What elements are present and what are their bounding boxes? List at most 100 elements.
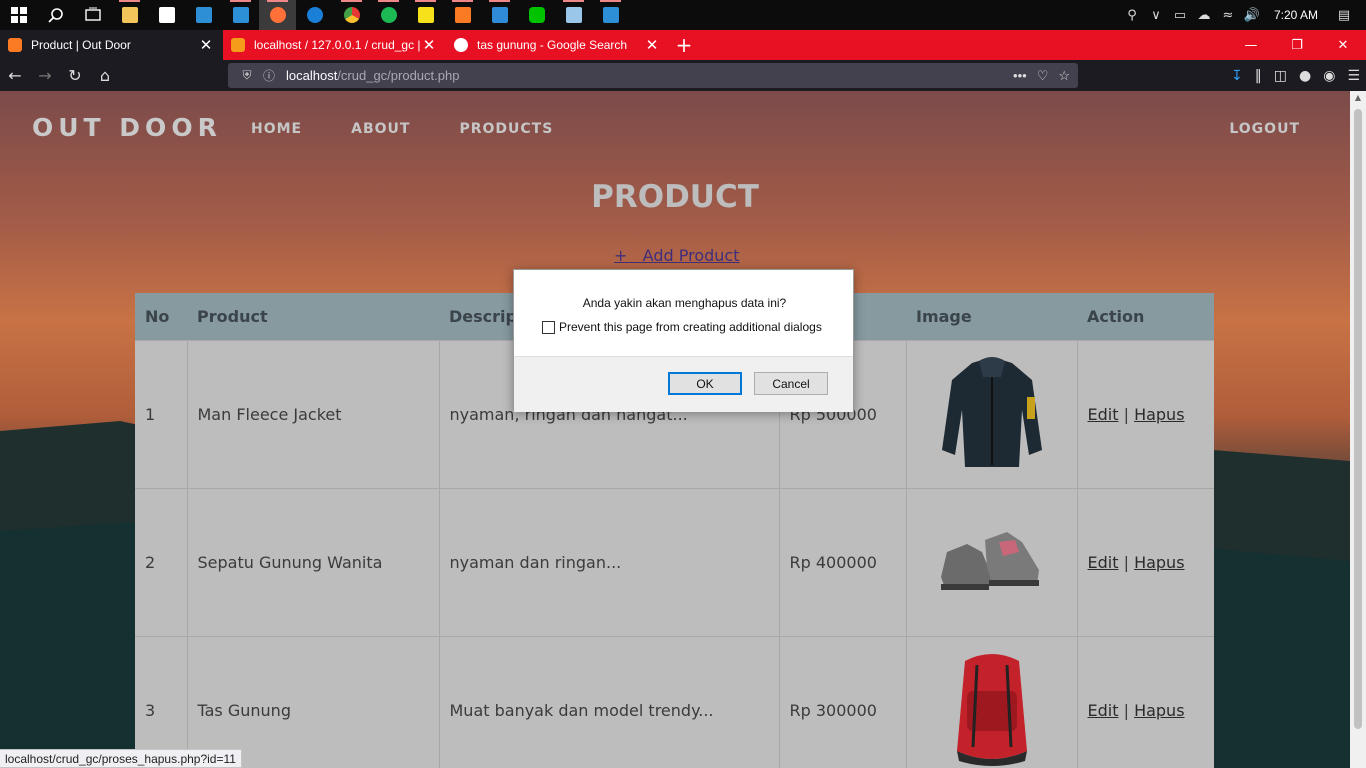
account-icon[interactable]: ● — [1299, 68, 1311, 84]
ok-button[interactable]: OK — [668, 372, 742, 395]
notepad-icon[interactable] — [555, 0, 592, 30]
new-tab-button[interactable]: + — [669, 30, 699, 60]
start-icon[interactable] — [0, 0, 37, 30]
scroll-up-icon[interactable]: ▲ — [1350, 93, 1366, 102]
header-product: Product — [187, 293, 439, 340]
header-action: Action — [1077, 293, 1214, 340]
shield-icon[interactable]: ⛨ — [236, 68, 258, 83]
url-host: localhost — [286, 68, 338, 83]
cell-no: 2 — [135, 487, 187, 636]
clock[interactable]: 7:20 AM — [1264, 8, 1332, 22]
checkbox-box[interactable] — [542, 320, 555, 334]
page-title: PRODUCT — [591, 179, 759, 215]
sticky-notes-icon[interactable] — [407, 0, 444, 30]
close-tab-icon[interactable]: ✕ — [420, 36, 438, 54]
logout-link[interactable]: LOGOUT — [1229, 121, 1300, 137]
dialog-footer: OK Cancel — [514, 356, 853, 412]
xampp-icon[interactable] — [444, 0, 481, 30]
prevent-dialogs-checkbox[interactable]: Prevent this page from creating addition… — [542, 320, 822, 334]
cell-price: Rp 400000 — [778, 487, 906, 636]
info-icon[interactable]: ⓘ — [258, 67, 280, 84]
tab-product[interactable]: Product | Out Door ✕ — [0, 30, 223, 60]
cancel-button[interactable]: Cancel — [754, 372, 828, 395]
cell-product: Man Fleece Jacket — [186, 339, 439, 488]
spotify-icon[interactable] — [370, 0, 407, 30]
tab-phpmyadmin[interactable]: localhost / 127.0.0.1 / crud_gc | ✕ — [223, 30, 446, 60]
header-image: Image — [906, 293, 1077, 340]
onedrive-icon[interactable]: ☁ — [1192, 8, 1216, 23]
add-product-link[interactable]: + Add Product — [614, 246, 739, 265]
nav-products[interactable]: PRODUCTS — [459, 121, 553, 137]
vscode-icon[interactable] — [481, 0, 518, 30]
toolbar-right: ↧ ‖ ◫ ● ◉ ☰ — [1231, 60, 1360, 91]
nav-home[interactable]: HOME — [251, 121, 302, 137]
wifi-icon[interactable]: ≈ — [1216, 8, 1240, 23]
file-explorer-icon[interactable] — [111, 0, 148, 30]
app-l-icon[interactable] — [185, 0, 222, 30]
firefox-icon[interactable] — [259, 0, 296, 30]
scrollbar-thumb[interactable] — [1354, 109, 1362, 729]
sidebar-icon[interactable]: ◫ — [1274, 68, 1287, 84]
edit-link[interactable]: Edit — [1088, 405, 1119, 424]
xampp-favicon-icon — [8, 38, 22, 52]
restore-icon[interactable]: ❐ — [1274, 30, 1320, 60]
forward-icon[interactable]: → — [30, 66, 60, 85]
chrome-icon[interactable] — [333, 0, 370, 30]
table-row: 2 Sepatu Gunung Wanita nyaman dan ringan… — [135, 487, 1214, 636]
search-icon[interactable] — [37, 0, 74, 30]
bookmark-star-icon[interactable]: ☆ — [1058, 68, 1070, 84]
status-url: localhost/crud_gc/proses_hapus.php?id=11 — [0, 749, 242, 768]
battery-icon[interactable]: ▭ — [1168, 8, 1192, 23]
backpack-image — [956, 654, 1027, 767]
tab-google-search[interactable]: tas gunung - Google Search ✕ — [446, 30, 669, 60]
delete-link[interactable]: Hapus — [1134, 405, 1184, 424]
people-icon[interactable]: ⚲ — [1120, 8, 1144, 23]
edit-link[interactable]: Edit — [1088, 553, 1119, 572]
cell-no: 1 — [135, 339, 187, 488]
close-tab-icon[interactable]: ✕ — [197, 36, 215, 54]
cell-description: nyaman dan ringan... — [438, 487, 779, 636]
chevron-up-icon[interactable]: ∨ — [1144, 8, 1168, 23]
home-icon[interactable]: ⌂ — [90, 66, 120, 85]
page-scrollbar[interactable]: ▲ — [1350, 91, 1366, 768]
cell-action: Edit | Hapus — [1076, 339, 1214, 488]
page-actions-icon[interactable]: ••• — [1013, 68, 1027, 84]
site-menu: HOME ABOUT PRODUCTS — [251, 121, 553, 137]
extension-icon[interactable]: ◉ — [1323, 68, 1335, 84]
download-icon[interactable]: ↧ — [1231, 68, 1243, 84]
task-view-icon[interactable] — [74, 0, 111, 30]
edge-icon[interactable] — [296, 0, 333, 30]
tab-title: localhost / 127.0.0.1 / crud_gc | — [254, 38, 420, 52]
close-tab-icon[interactable]: ✕ — [643, 36, 661, 54]
mail-icon[interactable] — [222, 0, 259, 30]
delete-link[interactable]: Hapus — [1134, 553, 1184, 572]
system-tray: ⚲ ∨ ▭ ☁ ≈ 🔊 7:20 AM ▤ — [1120, 0, 1366, 30]
close-window-icon[interactable]: ✕ — [1320, 30, 1366, 60]
jacket-image — [941, 357, 1042, 467]
delete-link[interactable]: Hapus — [1134, 701, 1184, 720]
site-brand[interactable]: OUT DOOR — [32, 113, 222, 142]
page-viewport: OUT DOOR HOME ABOUT PRODUCTS LOGOUT PROD… — [0, 91, 1350, 768]
cell-image — [905, 339, 1077, 488]
edit-link[interactable]: Edit — [1088, 701, 1119, 720]
volume-icon[interactable]: 🔊 — [1240, 8, 1264, 23]
reload-icon[interactable]: ↻ — [60, 66, 90, 85]
action-separator: | — [1123, 552, 1129, 572]
cell-price: Rp 300000 — [778, 635, 906, 768]
line-icon[interactable] — [518, 0, 555, 30]
menu-icon[interactable]: ☰ — [1347, 68, 1360, 84]
tab-title: tas gunung - Google Search — [477, 38, 628, 52]
store-icon[interactable] — [148, 0, 185, 30]
back-icon[interactable]: ← — [0, 66, 30, 85]
url-bar[interactable]: ⛨ ⓘ localhost/crud_gc/product.php ••• ♡ … — [228, 63, 1078, 88]
nav-about[interactable]: ABOUT — [351, 121, 410, 137]
confirm-dialog: Anda yakin akan menghapus data ini? Prev… — [513, 269, 854, 412]
minimize-icon[interactable]: — — [1228, 30, 1274, 60]
phpmyadmin-favicon-icon — [231, 38, 245, 52]
pocket-icon[interactable]: ♡ — [1037, 68, 1049, 84]
notifications-icon[interactable]: ▤ — [1332, 8, 1356, 23]
library-icon[interactable]: ‖ — [1255, 68, 1262, 84]
cell-description: Muat banyak dan model trendy... — [438, 635, 779, 768]
url-path: /crud_gc/product.php — [337, 68, 460, 83]
photos-icon[interactable] — [592, 0, 629, 30]
